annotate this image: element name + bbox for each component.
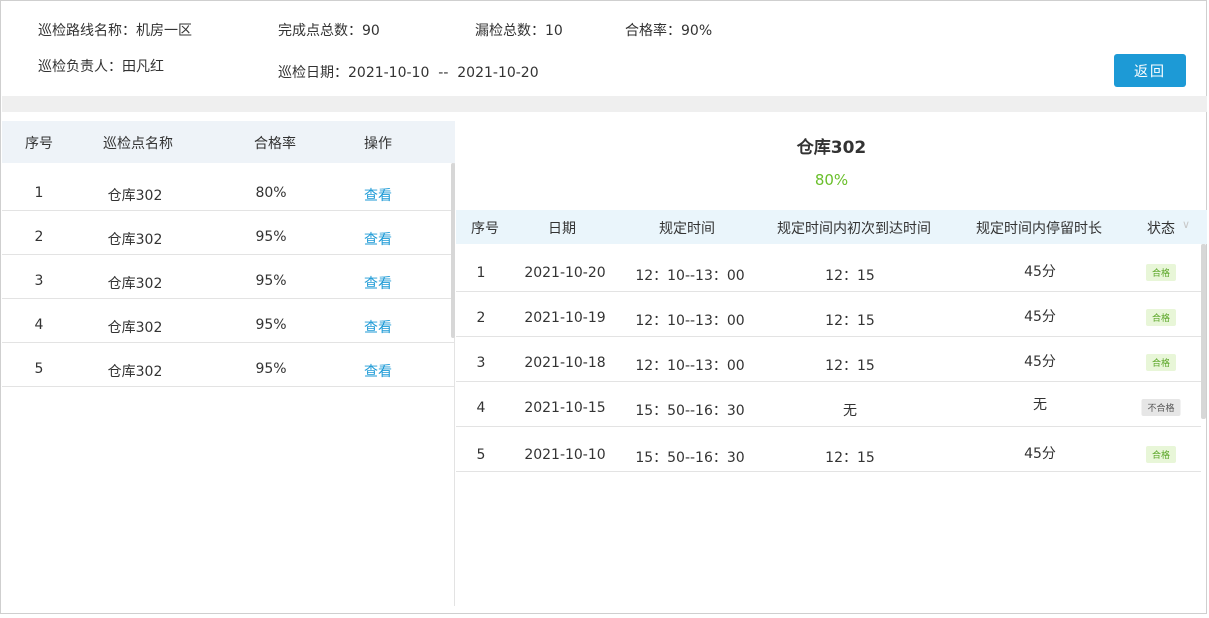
row-arrive: 12：15	[825, 450, 875, 466]
owner: 巡检负责人：田凡红	[38, 59, 164, 75]
col-window: 规定时间	[659, 221, 715, 237]
checkpoint-table: 序号 巡检点名称 合格率 操作 1 仓库302 80% 查看 2 仓库302 9…	[2, 121, 455, 606]
view-link[interactable]: 查看	[364, 229, 392, 249]
row-no: 4	[34, 317, 44, 333]
row-arrive: 12：15	[825, 358, 875, 374]
row-no: 1	[34, 185, 44, 201]
row-name: 仓库302	[107, 276, 163, 292]
row-rate: 95%	[255, 361, 287, 377]
table-row: 5 2021-10-10 15：50--16：30 12：15 45分 合格	[456, 427, 1201, 472]
table-row: 4 仓库302 95% 查看	[2, 299, 455, 343]
table-row: 1 2021-10-20 12：10--13：00 12：15 45分 合格	[456, 247, 1201, 292]
col-no: 序号	[25, 136, 53, 152]
table-row: 3 2021-10-18 12：10--13：00 12：15 45分 合格	[456, 337, 1201, 382]
row-no: 3	[34, 273, 44, 289]
row-name: 仓库302	[107, 364, 163, 380]
table-row: 4 2021-10-15 15：50--16：30 无 无 不合格	[456, 382, 1201, 427]
col-arrive: 规定时间内初次到达时间	[777, 221, 931, 237]
section-divider	[2, 96, 1207, 112]
row-window: 12：10--13：00	[635, 358, 745, 374]
route-name: 巡检路线名称：机房一区	[38, 23, 192, 39]
row-no: 2	[34, 229, 44, 245]
row-date: 2021-10-19	[524, 310, 606, 326]
row-arrive: 无	[843, 403, 857, 419]
row-name: 仓库302	[107, 188, 163, 204]
table-row: 5 仓库302 95% 查看	[2, 343, 455, 387]
col-stay: 规定时间内停留时长	[976, 221, 1102, 237]
status-badge: 合格	[1145, 446, 1177, 463]
row-name: 仓库302	[107, 232, 163, 248]
row-no: 1	[476, 265, 486, 281]
right-scrollbar[interactable]	[1201, 244, 1206, 419]
status-badge: 不合格	[1141, 399, 1181, 416]
status-badge: 合格	[1145, 309, 1177, 326]
row-date: 2021-10-18	[524, 355, 606, 371]
view-link[interactable]: 查看	[364, 361, 392, 381]
table-row: 2 仓库302 95% 查看	[2, 211, 455, 255]
row-date: 2021-10-10	[524, 447, 606, 463]
pass-rate: 合格率：90%	[625, 23, 713, 39]
row-no: 2	[476, 310, 486, 326]
status-badge: 合格	[1145, 264, 1177, 281]
row-rate: 95%	[255, 229, 287, 245]
row-window: 12：10--13：00	[635, 313, 745, 329]
row-window: 15：50--16：30	[635, 403, 745, 419]
row-window: 12：10--13：00	[635, 268, 745, 284]
row-rate: 80%	[255, 185, 287, 201]
back-button[interactable]: 返回	[1114, 54, 1186, 87]
table-header: 序号 巡检点名称 合格率 操作	[2, 121, 455, 163]
col-date: 日期	[548, 221, 576, 237]
view-link[interactable]: 查看	[364, 185, 392, 205]
left-scrollbar[interactable]	[451, 163, 455, 338]
row-no: 5	[476, 447, 486, 463]
row-no: 4	[476, 400, 486, 416]
row-stay: 无	[1033, 397, 1047, 413]
missed-count: 漏检总数：10	[475, 23, 563, 39]
chevron-down-icon[interactable]: ∨	[1182, 218, 1190, 231]
row-date: 2021-10-20	[524, 265, 606, 281]
inspection-date: 巡检日期：2021-10-10 -- 2021-10-20	[278, 65, 539, 81]
row-window: 15：50--16：30	[635, 450, 745, 466]
detail-panel: 仓库302 80% 序号 日期 规定时间 规定时间内初次到达时间 规定时间内停留…	[456, 121, 1207, 606]
status-badge: 合格	[1145, 354, 1177, 371]
detail-rate: 80%	[814, 171, 849, 189]
table-row: 2 2021-10-19 12：10--13：00 12：15 45分 合格	[456, 292, 1201, 337]
row-no: 5	[34, 361, 44, 377]
detail-title: 仓库302	[796, 138, 867, 158]
col-status: 状态	[1147, 221, 1175, 237]
table-row: 3 仓库302 95% 查看	[2, 255, 455, 299]
row-date: 2021-10-15	[524, 400, 606, 416]
row-stay: 45分	[1024, 264, 1056, 280]
row-arrive: 12：15	[825, 268, 875, 284]
row-name: 仓库302	[107, 320, 163, 336]
view-link[interactable]: 查看	[364, 317, 392, 337]
col-action: 操作	[364, 136, 392, 152]
row-rate: 95%	[255, 273, 287, 289]
view-link[interactable]: 查看	[364, 273, 392, 293]
row-stay: 45分	[1024, 446, 1056, 462]
row-stay: 45分	[1024, 354, 1056, 370]
row-rate: 95%	[255, 317, 287, 333]
col-no: 序号	[471, 221, 499, 237]
col-rate: 合格率	[254, 136, 296, 152]
row-arrive: 12：15	[825, 313, 875, 329]
completed-count: 完成点总数：90	[278, 23, 380, 39]
detail-table-header: 序号 日期 规定时间 规定时间内初次到达时间 规定时间内停留时长 状态 ∨	[456, 210, 1207, 244]
table-row: 1 仓库302 80% 查看	[2, 167, 455, 211]
row-no: 3	[476, 355, 486, 371]
col-name: 巡检点名称	[103, 136, 173, 152]
page-frame: 巡检路线名称：机房一区 完成点总数：90 漏检总数：10 合格率：90% 巡检负…	[0, 0, 1207, 614]
row-stay: 45分	[1024, 309, 1056, 325]
